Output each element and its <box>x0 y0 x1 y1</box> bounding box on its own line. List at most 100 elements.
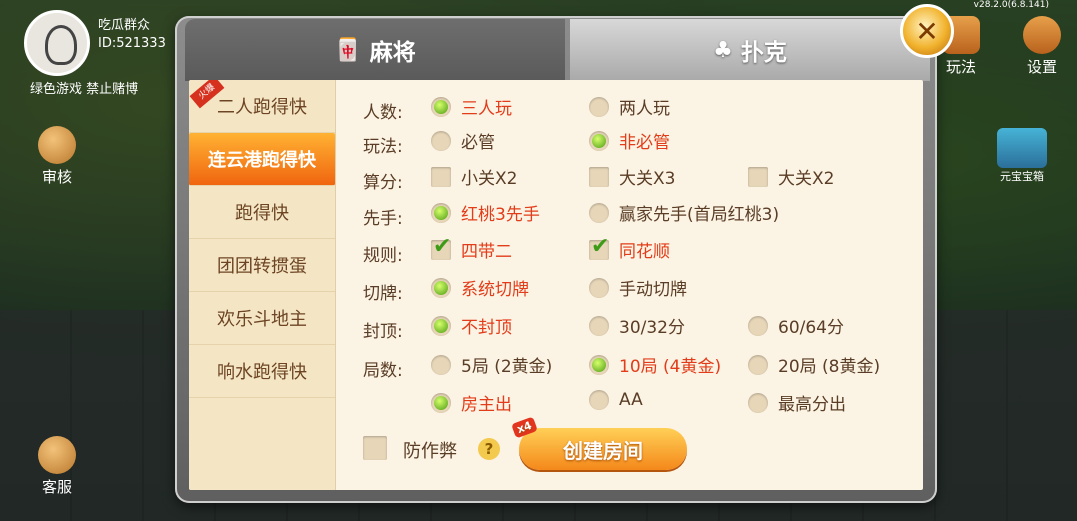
option-must-play[interactable]: 必管 <box>431 128 495 153</box>
rule-row-players: 人数: 三人玩 两人玩 <box>363 94 923 124</box>
option-label: 两人玩 <box>619 99 670 119</box>
option-manual-cut[interactable]: 手动切牌 <box>589 275 687 300</box>
option-label: 最高分出 <box>778 395 846 415</box>
audit-button[interactable]: 审核 <box>32 126 82 187</box>
rule-label: 算分: <box>363 173 403 193</box>
radio-icon <box>748 315 768 336</box>
slogan-text: 绿色游戏 禁止赌博 <box>30 82 139 97</box>
audit-label: 审核 <box>41 168 72 186</box>
tab-mahjong[interactable]: 🀄 麻将 <box>185 19 565 81</box>
rule-row-mode: 玩法: 必管 非必管 <box>363 128 923 158</box>
close-icon: ✕ <box>915 14 939 48</box>
radio-icon <box>431 130 451 151</box>
option-heart3-first[interactable]: 红桃3先手 <box>431 200 540 225</box>
option-big-x2[interactable]: 大关X2 <box>748 164 834 189</box>
option-winner-first[interactable]: 赢家先手(首局红桃3) <box>589 200 779 225</box>
option-label: 小关X2 <box>461 169 518 189</box>
option-host-pays[interactable]: 房主出 <box>431 390 512 415</box>
radio-icon <box>589 315 609 336</box>
option-two-players[interactable]: 两人玩 <box>589 94 670 119</box>
checkbox-checked-icon <box>431 234 451 260</box>
option-label: 大关X2 <box>778 169 835 189</box>
badge-icon <box>38 126 76 164</box>
rule-row-cap: 封顶: 不封顶 30/32分 60/64分 <box>363 313 923 343</box>
option-label: 大关X3 <box>619 169 676 189</box>
option-big-x3[interactable]: 大关X3 <box>589 164 675 189</box>
option-label: 手动切牌 <box>619 280 687 300</box>
option-cap-60[interactable]: 60/64分 <box>748 313 844 338</box>
radio-icon <box>748 392 768 413</box>
rule-label: 人数: <box>363 103 403 123</box>
user-id: ID:521333 <box>98 36 166 51</box>
treasure-label: 元宝宝箱 <box>1000 170 1044 183</box>
option-no-cap[interactable]: 不封顶 <box>431 313 512 338</box>
game-item-label: 欢乐斗地主 <box>217 309 307 330</box>
user-name: 吃瓜群众 <box>98 18 151 33</box>
radio-selected-icon <box>589 130 609 151</box>
close-button[interactable]: ✕ <box>900 4 954 58</box>
radio-icon <box>431 354 451 375</box>
game-item-doudizhu[interactable]: 欢乐斗地主 <box>189 292 335 345</box>
game-item-label: 跑得快 <box>235 203 289 224</box>
game-item-xiangshui[interactable]: 响水跑得快 <box>189 345 335 398</box>
tab-mahjong-label: 麻将 <box>369 40 416 66</box>
game-item-lianyungang[interactable]: 连云港跑得快 <box>189 133 335 186</box>
option-small-x2[interactable]: 小关X2 <box>431 164 517 189</box>
rule-label: 切牌: <box>363 284 403 304</box>
option-label: 60/64分 <box>778 318 844 338</box>
treasure-chest-button[interactable]: 元宝宝箱 <box>987 128 1057 184</box>
option-label: 同花顺 <box>619 242 670 262</box>
tab-poker-label: 扑克 <box>740 40 787 66</box>
rule-label: 封顶: <box>363 322 403 342</box>
option-aa-pay[interactable]: AA <box>589 390 643 410</box>
settings-button[interactable]: 设置 <box>1018 16 1066 77</box>
option-top-scorer-pays[interactable]: 最高分出 <box>748 390 846 415</box>
anti-cheat-checkbox[interactable] <box>363 436 387 460</box>
game-item-label: 连云港跑得快 <box>208 150 316 171</box>
mahjong-icon: 🀄 <box>334 37 362 63</box>
option-not-must-play[interactable]: 非必管 <box>589 128 670 153</box>
radio-selected-icon <box>431 315 451 336</box>
create-room-button[interactable]: x4 创建房间 <box>511 416 687 470</box>
treasure-chest-icon <box>997 128 1047 168</box>
service-icon <box>38 436 76 474</box>
help-icon[interactable]: ? <box>478 438 500 460</box>
option-label: 四带二 <box>461 242 512 262</box>
option-straight-flush[interactable]: 同花顺 <box>589 234 670 262</box>
radio-icon <box>589 202 609 223</box>
tab-poker[interactable]: ♣ 扑克 <box>570 19 930 81</box>
option-10-rounds[interactable]: 10局 (4黄金) <box>589 352 721 377</box>
option-label: 20局 (8黄金) <box>778 357 881 377</box>
option-label: 三人玩 <box>461 99 512 119</box>
option-label: 赢家先手(首局红桃3) <box>619 205 780 225</box>
option-20-rounds[interactable]: 20局 (8黄金) <box>748 352 880 377</box>
option-system-cut[interactable]: 系统切牌 <box>431 275 529 300</box>
game-item-guandan[interactable]: 团团转掼蛋 <box>189 239 335 292</box>
option-four-with-two[interactable]: 四带二 <box>431 234 512 262</box>
radio-selected-icon <box>431 277 451 298</box>
customer-service-button[interactable]: 客服 <box>32 436 82 497</box>
avatar[interactable] <box>24 10 90 76</box>
radio-icon <box>589 390 609 410</box>
radio-icon <box>589 277 609 298</box>
anti-cheat-label: 防作弊 <box>403 441 457 462</box>
rule-row-payment: 房主出 AA 最高分出 <box>363 390 923 416</box>
game-item-label: 二人跑得快 <box>217 97 307 118</box>
option-label: 30/32分 <box>619 318 685 338</box>
game-item-label: 响水跑得快 <box>217 362 307 383</box>
dialog-content: 二人跑得快 连云港跑得快 跑得快 团团转掼蛋 欢乐斗地主 响水跑得快 火爆 人数… <box>189 80 923 490</box>
rule-label: 玩法: <box>363 137 403 157</box>
create-room-dialog: 🀄 麻将 ♣ 扑克 ✕ 二人跑得快 连云港跑得快 跑得快 团团转掼蛋 欢乐斗地主… <box>175 4 954 503</box>
radio-selected-icon <box>431 392 451 413</box>
cost-badge: x4 <box>511 416 538 439</box>
radio-selected-icon <box>589 354 609 375</box>
game-item-paodekuai[interactable]: 跑得快 <box>189 186 335 239</box>
create-room-label: 创建房间 <box>563 438 643 463</box>
rule-row-scoring: 算分: 小关X2 大关X3 大关X2 <box>363 164 923 194</box>
option-cap-30[interactable]: 30/32分 <box>589 313 685 338</box>
option-three-players[interactable]: 三人玩 <box>431 94 512 119</box>
rules-label: 玩法 <box>945 58 976 76</box>
option-5-rounds[interactable]: 5局 (2黄金) <box>431 352 552 377</box>
rule-label: 局数: <box>363 361 403 381</box>
gear-icon <box>1023 16 1061 54</box>
